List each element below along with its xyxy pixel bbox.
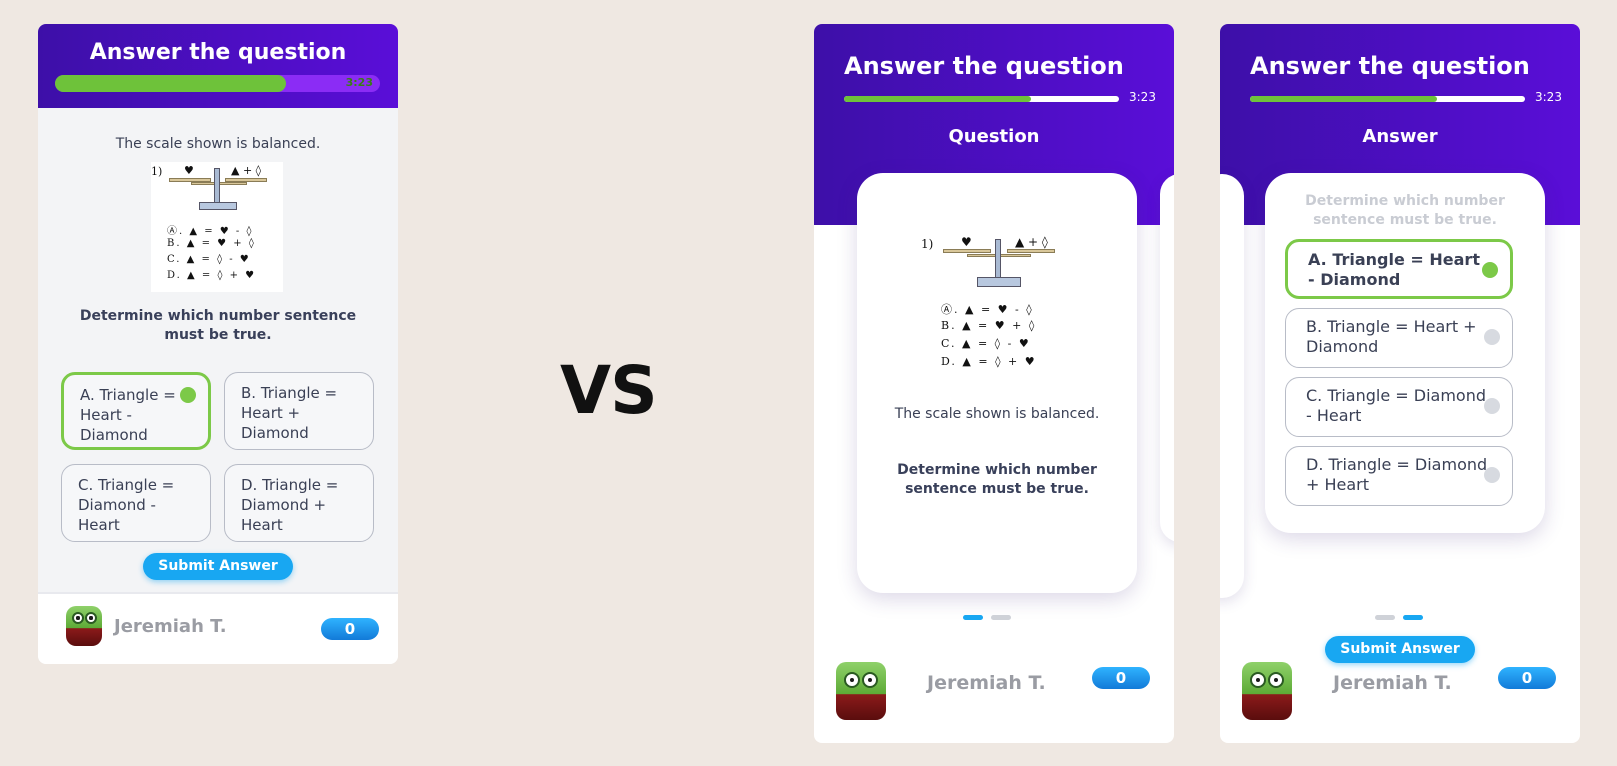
balance-scale-image: 1) ♥ ▲ + ◊ Ⓐ. ▲ = ♥ - ◊ B. ▲ = ♥ + ◊ C. …: [151, 162, 283, 292]
versus-label: VS: [560, 352, 658, 429]
radio-indicator-icon: [1484, 398, 1500, 414]
previous-card-peek[interactable]: [1220, 174, 1244, 598]
left-quiz-screen: Answer the question 3:23 The scale shown…: [38, 24, 398, 664]
answer-choice-c-row: C. ▲ = ◊ - ♥: [167, 254, 251, 265]
score-badge: 0: [1498, 667, 1556, 689]
option-label: D. Triangle = Diamond + Heart: [1306, 455, 1488, 494]
section-title: Answer: [1362, 126, 1438, 147]
balance-scale-image: 1) ♥ ▲ + ◊ Ⓐ. ▲ = ♥ - ◊ B. ▲ = ♥ + ◊ C. …: [921, 231, 1073, 371]
question-prompt: The scale shown is balanced.: [115, 136, 321, 152]
timer-progress-fill: [55, 75, 286, 92]
question-text: Determine which number sentence must be …: [897, 462, 1097, 497]
pager-dots: [959, 605, 1015, 624]
answer-card-screen: Answer the question 3:23 Answer Determin…: [1220, 24, 1580, 743]
submit-answer-button[interactable]: Submit Answer: [143, 553, 293, 580]
heart-icon: ♥: [184, 164, 194, 177]
timer-progress-fill: [1250, 96, 1437, 102]
page-title: Answer the question: [89, 40, 347, 65]
option-label: D. Triangle = Diamond + Heart: [241, 476, 339, 534]
problem-number: 1): [921, 237, 934, 251]
page-dot-1[interactable]: [963, 615, 983, 620]
page-dot-1[interactable]: [1375, 615, 1395, 620]
radio-indicator-icon: [1482, 262, 1498, 278]
submit-answer-button[interactable]: Submit Answer: [1325, 636, 1475, 663]
answer-choice-b-row: B. ▲ = ♥ + ◊: [167, 238, 256, 249]
page-title: Answer the question: [1250, 52, 1530, 80]
question-prompt: The scale shown is balanced.: [894, 406, 1100, 422]
monster-avatar: [836, 662, 886, 720]
option-a-button[interactable]: A. Triangle = Heart - Diamond: [61, 372, 211, 450]
option-a-button[interactable]: A. Triangle = Heart - Diamond: [1285, 239, 1513, 299]
player-name: Jeremiah T.: [114, 616, 227, 637]
answer-choice-c-row: C. ▲ = ◊ - ♥: [941, 337, 1031, 350]
option-b-button[interactable]: B. Triangle = Heart + Diamond: [1285, 308, 1513, 368]
option-label: B. Triangle = Heart + Diamond: [241, 384, 338, 442]
timer-progress-bar: [1250, 96, 1525, 102]
answer-choice-a-row: Ⓐ. ▲ = ♥ - ◊: [167, 226, 254, 237]
timer-label: 3:23: [345, 76, 373, 89]
option-label: A. Triangle = Heart - Diamond: [80, 386, 176, 444]
pager-dots: [1371, 605, 1427, 624]
question-card-screen: Answer the question 3:23 Question 1) ♥ ▲…: [814, 24, 1174, 743]
header: Answer the question: [38, 24, 398, 108]
option-c-button[interactable]: C. Triangle = Diamond - Heart: [1285, 377, 1513, 437]
triangle-plus-diamond-label: ▲ + ◊: [231, 164, 262, 177]
answer-choice-d-row: D. ▲ = ◊ + ♥: [941, 355, 1037, 368]
timer-label: 3:23: [1129, 90, 1156, 104]
faded-question-text: Determine which number sentence must be …: [1305, 193, 1505, 228]
answer-card: Determine which number sentence must be …: [1265, 173, 1545, 533]
timer-progress-fill: [844, 96, 1031, 102]
page-dot-2[interactable]: [1403, 615, 1423, 620]
timer-progress-bar: [844, 96, 1119, 102]
monster-avatar: [1242, 662, 1292, 720]
answer-choice-d-row: D. ▲ = ◊ + ♥: [167, 270, 257, 281]
option-d-button[interactable]: D. Triangle = Diamond + Heart: [224, 464, 374, 542]
player-footer: Jeremiah T. 0: [38, 592, 398, 664]
radio-indicator-icon: [1484, 329, 1500, 345]
score-badge: 0: [321, 618, 379, 640]
next-card-peek[interactable]: [1160, 174, 1174, 542]
option-c-button[interactable]: C. Triangle = Diamond - Heart: [61, 464, 211, 542]
page-dot-2[interactable]: [991, 615, 1011, 620]
timer-label: 3:23: [1535, 90, 1562, 104]
radio-indicator-icon: [1484, 467, 1500, 483]
option-d-button[interactable]: D. Triangle = Diamond + Heart: [1285, 446, 1513, 506]
monster-avatar: [66, 606, 102, 646]
option-b-button[interactable]: B. Triangle = Heart + Diamond: [224, 372, 374, 450]
option-label: B. Triangle = Heart + Diamond: [1306, 317, 1477, 356]
timer-progress-bar: 3:23: [55, 75, 380, 92]
option-label: C. Triangle = Diamond - Heart: [1306, 386, 1486, 425]
question-card[interactable]: 1) ♥ ▲ + ◊ Ⓐ. ▲ = ♥ - ◊ B. ▲ = ♥ + ◊ C. …: [857, 173, 1137, 593]
heart-icon: ♥: [961, 235, 972, 249]
radio-indicator-icon: [180, 387, 196, 403]
triangle-plus-diamond-label: ▲ + ◊: [1015, 235, 1048, 249]
page-title: Answer the question: [844, 52, 1124, 80]
option-label: A. Triangle = Heart - Diamond: [1308, 250, 1480, 289]
answer-choice-a-row: Ⓐ. ▲ = ♥ - ◊: [941, 303, 1034, 316]
problem-number: 1): [151, 165, 163, 178]
question-text: Determine which number sentence must be …: [79, 308, 357, 343]
player-name: Jeremiah T.: [1333, 672, 1452, 694]
score-badge: 0: [1092, 667, 1150, 689]
answer-choice-b-row: B. ▲ = ♥ + ◊: [941, 319, 1037, 332]
option-label: C. Triangle = Diamond - Heart: [78, 476, 175, 534]
section-title: Question: [948, 126, 1040, 147]
player-name: Jeremiah T.: [927, 672, 1046, 694]
